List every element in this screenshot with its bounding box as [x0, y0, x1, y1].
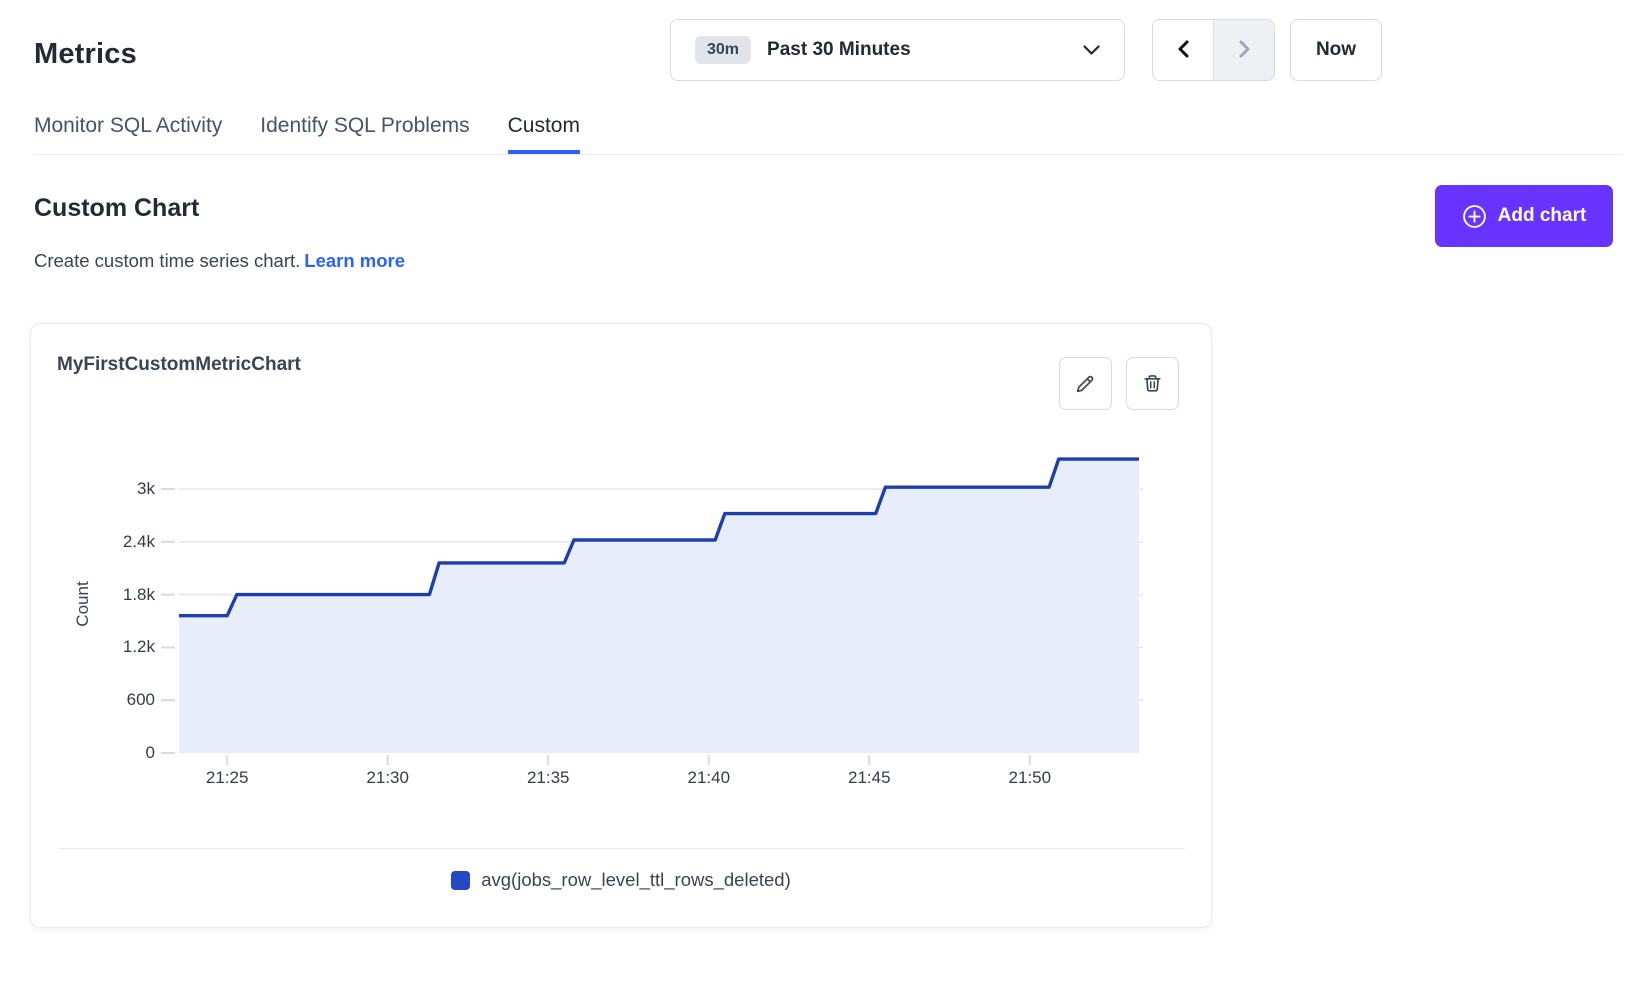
y-tick-label: 0 [71, 741, 155, 765]
y-tick-label: 3k [71, 477, 155, 501]
page-title: Metrics [34, 38, 137, 71]
chevron-down-icon [1083, 45, 1100, 56]
metrics-tabs: Monitor SQL Activity Identify SQL Proble… [34, 114, 1622, 155]
chart-title: MyFirstCustomMetricChart [57, 354, 301, 376]
add-chart-button[interactable]: Add chart [1435, 185, 1613, 247]
trash-icon [1141, 372, 1164, 395]
pencil-icon [1074, 372, 1097, 395]
legend-divider [59, 848, 1185, 849]
time-range-badge: 30m [695, 36, 751, 64]
time-range-selector[interactable]: 30m Past 30 Minutes [670, 19, 1125, 81]
y-tick-label: 1.8k [71, 583, 155, 607]
plus-circle-icon [1462, 204, 1487, 229]
chevron-right-icon [1237, 39, 1252, 62]
chart-plot[interactable] [159, 401, 1159, 773]
section-description: Create custom time series chart.Learn mo… [34, 250, 405, 272]
time-nav-group [1152, 19, 1275, 81]
time-range-label: Past 30 Minutes [767, 39, 911, 61]
next-time-button[interactable] [1213, 20, 1274, 80]
now-button[interactable]: Now [1290, 19, 1382, 81]
legend-label: avg(jobs_row_level_ttl_rows_deleted) [481, 869, 791, 891]
section-heading: Custom Chart [34, 194, 199, 223]
prev-time-button[interactable] [1153, 20, 1213, 80]
chevron-left-icon [1176, 39, 1191, 62]
y-tick-label: 1.2k [71, 635, 155, 659]
legend-swatch [451, 871, 470, 890]
add-chart-label: Add chart [1498, 205, 1587, 227]
tab-custom[interactable]: Custom [508, 114, 580, 154]
section-description-text: Create custom time series chart. [34, 250, 300, 271]
tab-identify-sql-problems[interactable]: Identify SQL Problems [260, 114, 469, 154]
y-tick-label: 600 [71, 688, 155, 712]
tab-monitor-sql-activity[interactable]: Monitor SQL Activity [34, 114, 222, 154]
chart-card: MyFirstCustomMetricChart Count 06001.2 [30, 323, 1212, 928]
learn-more-link[interactable]: Learn more [304, 250, 405, 271]
chart-legend: avg(jobs_row_level_ttl_rows_deleted) [31, 869, 1211, 891]
y-tick-label: 2.4k [71, 530, 155, 554]
